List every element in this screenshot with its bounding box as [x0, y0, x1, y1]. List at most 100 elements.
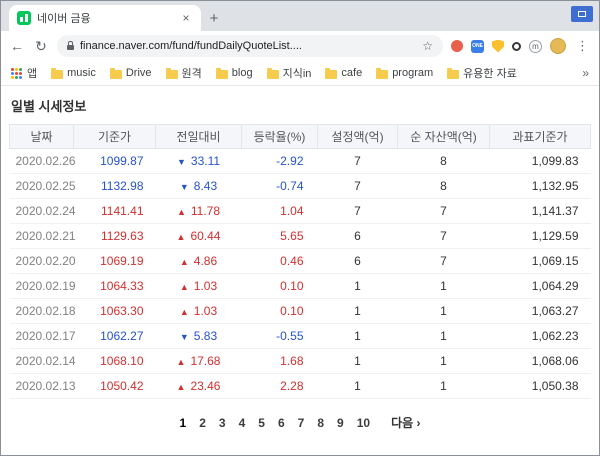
cell-change: ▲60.44 [156, 224, 242, 249]
cell-base-price: 1069.19 [74, 249, 156, 274]
daily-quote-table: 날짜기준가전일대비등락율(%)설정액(억)순 자산액(억)과표기준가 2020.… [9, 124, 591, 399]
cell-set-amount: 1 [318, 324, 398, 349]
window-control-button[interactable] [571, 6, 593, 22]
tab-close-icon[interactable]: × [179, 11, 193, 25]
cell-net-asset: 8 [398, 174, 490, 199]
cell-set-amount: 1 [318, 349, 398, 374]
browser-tab[interactable]: 네이버 금융 × [9, 5, 201, 31]
page-number[interactable]: 10 [357, 416, 370, 430]
bookmark-star-icon[interactable]: ☆ [422, 39, 433, 53]
cell-set-amount: 7 [318, 149, 398, 174]
tab-title: 네이버 금융 [37, 10, 173, 26]
page-number[interactable]: 2 [199, 416, 206, 430]
page-number[interactable]: 4 [239, 416, 246, 430]
ring-extension-icon[interactable] [512, 42, 521, 51]
bookmark-item[interactable]: music [51, 67, 96, 79]
window-restore-icon [578, 11, 586, 17]
cell-net-asset: 8 [398, 149, 490, 174]
cell-date: 2020.02.19 [10, 274, 74, 299]
bookmarks-overflow-chevron-icon[interactable]: » [582, 66, 589, 80]
red-extension-icon[interactable] [451, 40, 463, 52]
cell-date: 2020.02.21 [10, 224, 74, 249]
cell-date: 2020.02.18 [10, 299, 74, 324]
new-tab-button[interactable]: + [201, 5, 227, 31]
folder-icon [447, 70, 459, 79]
back-icon[interactable]: ← [9, 38, 25, 54]
column-header: 전일대비 [156, 125, 242, 149]
table-row: 2020.02.241141.41▲11.781.04771,141.37 [10, 199, 591, 224]
bookmark-label: program [392, 67, 433, 79]
bookmark-item[interactable]: cafe [325, 67, 362, 79]
apps-shortcut[interactable]: 앱 [11, 65, 37, 81]
column-header: 설정액(억) [318, 125, 398, 149]
folder-icon [376, 70, 388, 79]
up-arrow-icon: ▲ [180, 282, 189, 292]
table-row: 2020.02.181063.30▲1.030.10111,063.27 [10, 299, 591, 324]
cell-set-amount: 7 [318, 199, 398, 224]
cell-rate: 1.68 [242, 349, 318, 374]
cell-base-price: 1050.42 [74, 374, 156, 399]
address-bar[interactable]: finance.naver.com/fund/fundDailyQuoteLis… [57, 35, 443, 57]
page-number[interactable]: 9 [337, 416, 344, 430]
up-arrow-icon: ▲ [177, 357, 186, 367]
cell-set-amount: 1 [318, 374, 398, 399]
cell-net-asset: 7 [398, 224, 490, 249]
table-row: 2020.02.261099.87▼33.11-2.92781,099.83 [10, 149, 591, 174]
cell-change: ▲17.68 [156, 349, 242, 374]
cell-date: 2020.02.13 [10, 374, 74, 399]
folder-icon [267, 70, 279, 79]
cell-rate: 5.65 [242, 224, 318, 249]
cell-tax-base: 1,141.37 [490, 199, 591, 224]
cell-base-price: 1129.63 [74, 224, 156, 249]
shield-extension-icon[interactable] [492, 40, 504, 53]
bookmark-item[interactable]: blog [216, 67, 253, 79]
bookmark-item[interactable]: 유용한 자료 [447, 65, 517, 81]
profile-avatar[interactable] [550, 38, 566, 54]
cell-tax-base: 1,050.38 [490, 374, 591, 399]
up-arrow-icon: ▲ [177, 207, 186, 217]
page-number[interactable]: 7 [298, 416, 305, 430]
url-text[interactable]: finance.naver.com/fund/fundDailyQuoteLis… [80, 40, 416, 52]
page-number[interactable]: 6 [278, 416, 285, 430]
m-extension-icon[interactable]: m [529, 40, 542, 53]
cell-tax-base: 1,064.29 [490, 274, 591, 299]
cell-set-amount: 1 [318, 299, 398, 324]
cell-date: 2020.02.14 [10, 349, 74, 374]
bookmark-label: blog [232, 67, 253, 79]
bookmark-item[interactable]: program [376, 67, 433, 79]
page-number[interactable]: 5 [258, 416, 265, 430]
column-header: 등락율(%) [242, 125, 318, 149]
bookmark-label: music [67, 67, 96, 79]
one-extension-icon[interactable]: ONE [471, 40, 484, 53]
up-arrow-icon: ▲ [177, 232, 186, 242]
column-header: 순 자산액(억) [398, 125, 490, 149]
bookmarks-bar: 앱 musicDrive원격blog지식incafeprogram유용한 자료 … [1, 61, 599, 86]
bookmark-item[interactable]: Drive [110, 67, 152, 79]
cell-net-asset: 1 [398, 349, 490, 374]
browser-menu-icon[interactable]: ⋮ [574, 38, 591, 54]
cell-net-asset: 7 [398, 199, 490, 224]
cell-date: 2020.02.25 [10, 174, 74, 199]
refresh-icon[interactable]: ↻ [33, 38, 49, 55]
cell-tax-base: 1,063.27 [490, 299, 591, 324]
page-number[interactable]: 8 [317, 416, 324, 430]
bookmark-label: 원격 [182, 65, 202, 81]
cell-date: 2020.02.26 [10, 149, 74, 174]
table-row: 2020.02.201069.19▲4.860.46671,069.15 [10, 249, 591, 274]
down-arrow-icon: ▼ [180, 332, 189, 342]
next-page-button[interactable]: 다음 › [391, 414, 420, 431]
table-header-row: 날짜기준가전일대비등락율(%)설정액(억)순 자산액(억)과표기준가 [10, 125, 591, 149]
bookmark-item[interactable]: 지식in [267, 65, 312, 81]
page-number[interactable]: 1 [180, 416, 187, 430]
cell-rate: 0.46 [242, 249, 318, 274]
page-number[interactable]: 3 [219, 416, 226, 430]
bookmark-item[interactable]: 원격 [166, 65, 202, 81]
page-title: 일별 시세정보 [11, 96, 591, 115]
cell-rate: 0.10 [242, 299, 318, 324]
cell-tax-base: 1,069.15 [490, 249, 591, 274]
cell-date: 2020.02.20 [10, 249, 74, 274]
column-header: 과표기준가 [490, 125, 591, 149]
down-arrow-icon: ▼ [180, 182, 189, 192]
cell-tax-base: 1,132.95 [490, 174, 591, 199]
navigation-bar: ← ↻ finance.naver.com/fund/fundDailyQuot… [1, 31, 599, 61]
